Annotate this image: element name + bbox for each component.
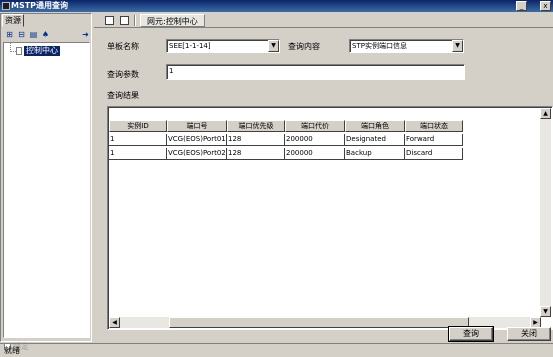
table-cell[interactable]: Forward	[405, 134, 463, 146]
results-table[interactable]: 实例ID 端口号 端口优先级 端口代价 端口角色 端口状态 1 VCG(EOS)Port01 1…	[107, 106, 553, 330]
board-select[interactable]: SEE[1-1-14] ▼	[166, 39, 280, 53]
result-label: 查询结果	[107, 91, 139, 100]
scroll-thumb[interactable]	[169, 317, 469, 328]
arrow-right-icon[interactable]: ➜	[81, 30, 90, 39]
main-panel: 网元:控制中心 单板名称 SEE[1-1-14] ▼ 查询内容 STP实例端口信…	[94, 13, 553, 342]
table-cell[interactable]: 1	[109, 148, 167, 160]
app-icon	[2, 2, 10, 10]
column-header[interactable]: 端口优先级	[227, 120, 285, 132]
window-title: MSTP通用查询	[11, 1, 69, 10]
chevron-down-icon[interactable]: ▼	[268, 40, 279, 52]
column-header[interactable]: 端口角色	[345, 120, 405, 132]
column-header[interactable]: 端口号	[167, 120, 227, 132]
column-header[interactable]: 端口代价	[285, 120, 345, 132]
expand-icon[interactable]: ⊞	[5, 30, 14, 39]
resource-panel: 资源 ⊞ ⊟ ▤ ♠ ➜ 控制中心 锁定	[0, 13, 92, 351]
tree-node[interactable]: 控制中心	[16, 46, 60, 56]
table-cell[interactable]: 200000	[285, 148, 345, 160]
board-label: 单板名称	[107, 42, 139, 51]
scroll-left-icon[interactable]: ◀	[109, 317, 120, 328]
table-cell[interactable]: 1	[109, 134, 167, 146]
resource-toolbar: ⊞ ⊟ ▤ ♠ ➜	[3, 29, 91, 41]
tab-resource[interactable]: 资源	[2, 14, 24, 27]
query-content-value: STP实例端口信息	[352, 42, 407, 50]
title-bar: MSTP通用查询 _ x	[0, 0, 553, 12]
column-header[interactable]: 端口状态	[405, 120, 463, 132]
main-toolbar: 网元:控制中心	[94, 13, 553, 28]
query-param-value: 1	[169, 67, 174, 75]
collapse-icon[interactable]: ⊟	[17, 30, 26, 39]
table-cell[interactable]: 128	[227, 148, 285, 160]
query-param-label: 查询参数	[107, 70, 139, 79]
status-text: 就绪	[4, 346, 20, 355]
list-icon[interactable]	[120, 16, 129, 25]
table-cell[interactable]: 128	[227, 134, 285, 146]
vertical-scrollbar[interactable]: ▲ ▼	[540, 108, 551, 317]
breadcrumb: 网元:控制中心	[140, 14, 205, 27]
query-param-input[interactable]: 1	[166, 64, 465, 80]
table-cell[interactable]: 200000	[285, 134, 345, 146]
column-header[interactable]: 实例ID	[109, 120, 167, 132]
scroll-up-icon[interactable]: ▲	[540, 108, 551, 119]
table-cell[interactable]: Discard	[405, 148, 463, 160]
tree-node-label: 控制中心	[24, 46, 60, 56]
table-cell[interactable]: VCG(EOS)Port02	[167, 148, 227, 160]
status-bar: 就绪	[0, 343, 553, 357]
close-button[interactable]: 关闭	[507, 327, 551, 341]
device-icon	[16, 47, 22, 55]
query-button[interactable]: 查询	[448, 326, 494, 342]
table-cell[interactable]: Designated	[345, 134, 405, 146]
table-cell[interactable]: VCG(EOS)Port01	[167, 134, 227, 146]
minimize-button[interactable]: _	[516, 1, 527, 11]
query-content-label: 查询内容	[288, 42, 320, 51]
tree-view-icon[interactable]: ▤	[29, 30, 38, 39]
board-value: SEE[1-1-14]	[169, 42, 211, 50]
table-cell[interactable]: Backup	[345, 148, 405, 160]
find-icon[interactable]: ♠	[41, 30, 50, 39]
resource-tree[interactable]: 控制中心	[3, 42, 90, 338]
window-icon[interactable]	[105, 16, 114, 25]
query-content-select[interactable]: STP实例端口信息 ▼	[349, 39, 464, 53]
close-window-button[interactable]: x	[540, 1, 551, 11]
scroll-down-icon[interactable]: ▼	[540, 306, 551, 317]
chevron-down-icon[interactable]: ▼	[452, 40, 463, 52]
